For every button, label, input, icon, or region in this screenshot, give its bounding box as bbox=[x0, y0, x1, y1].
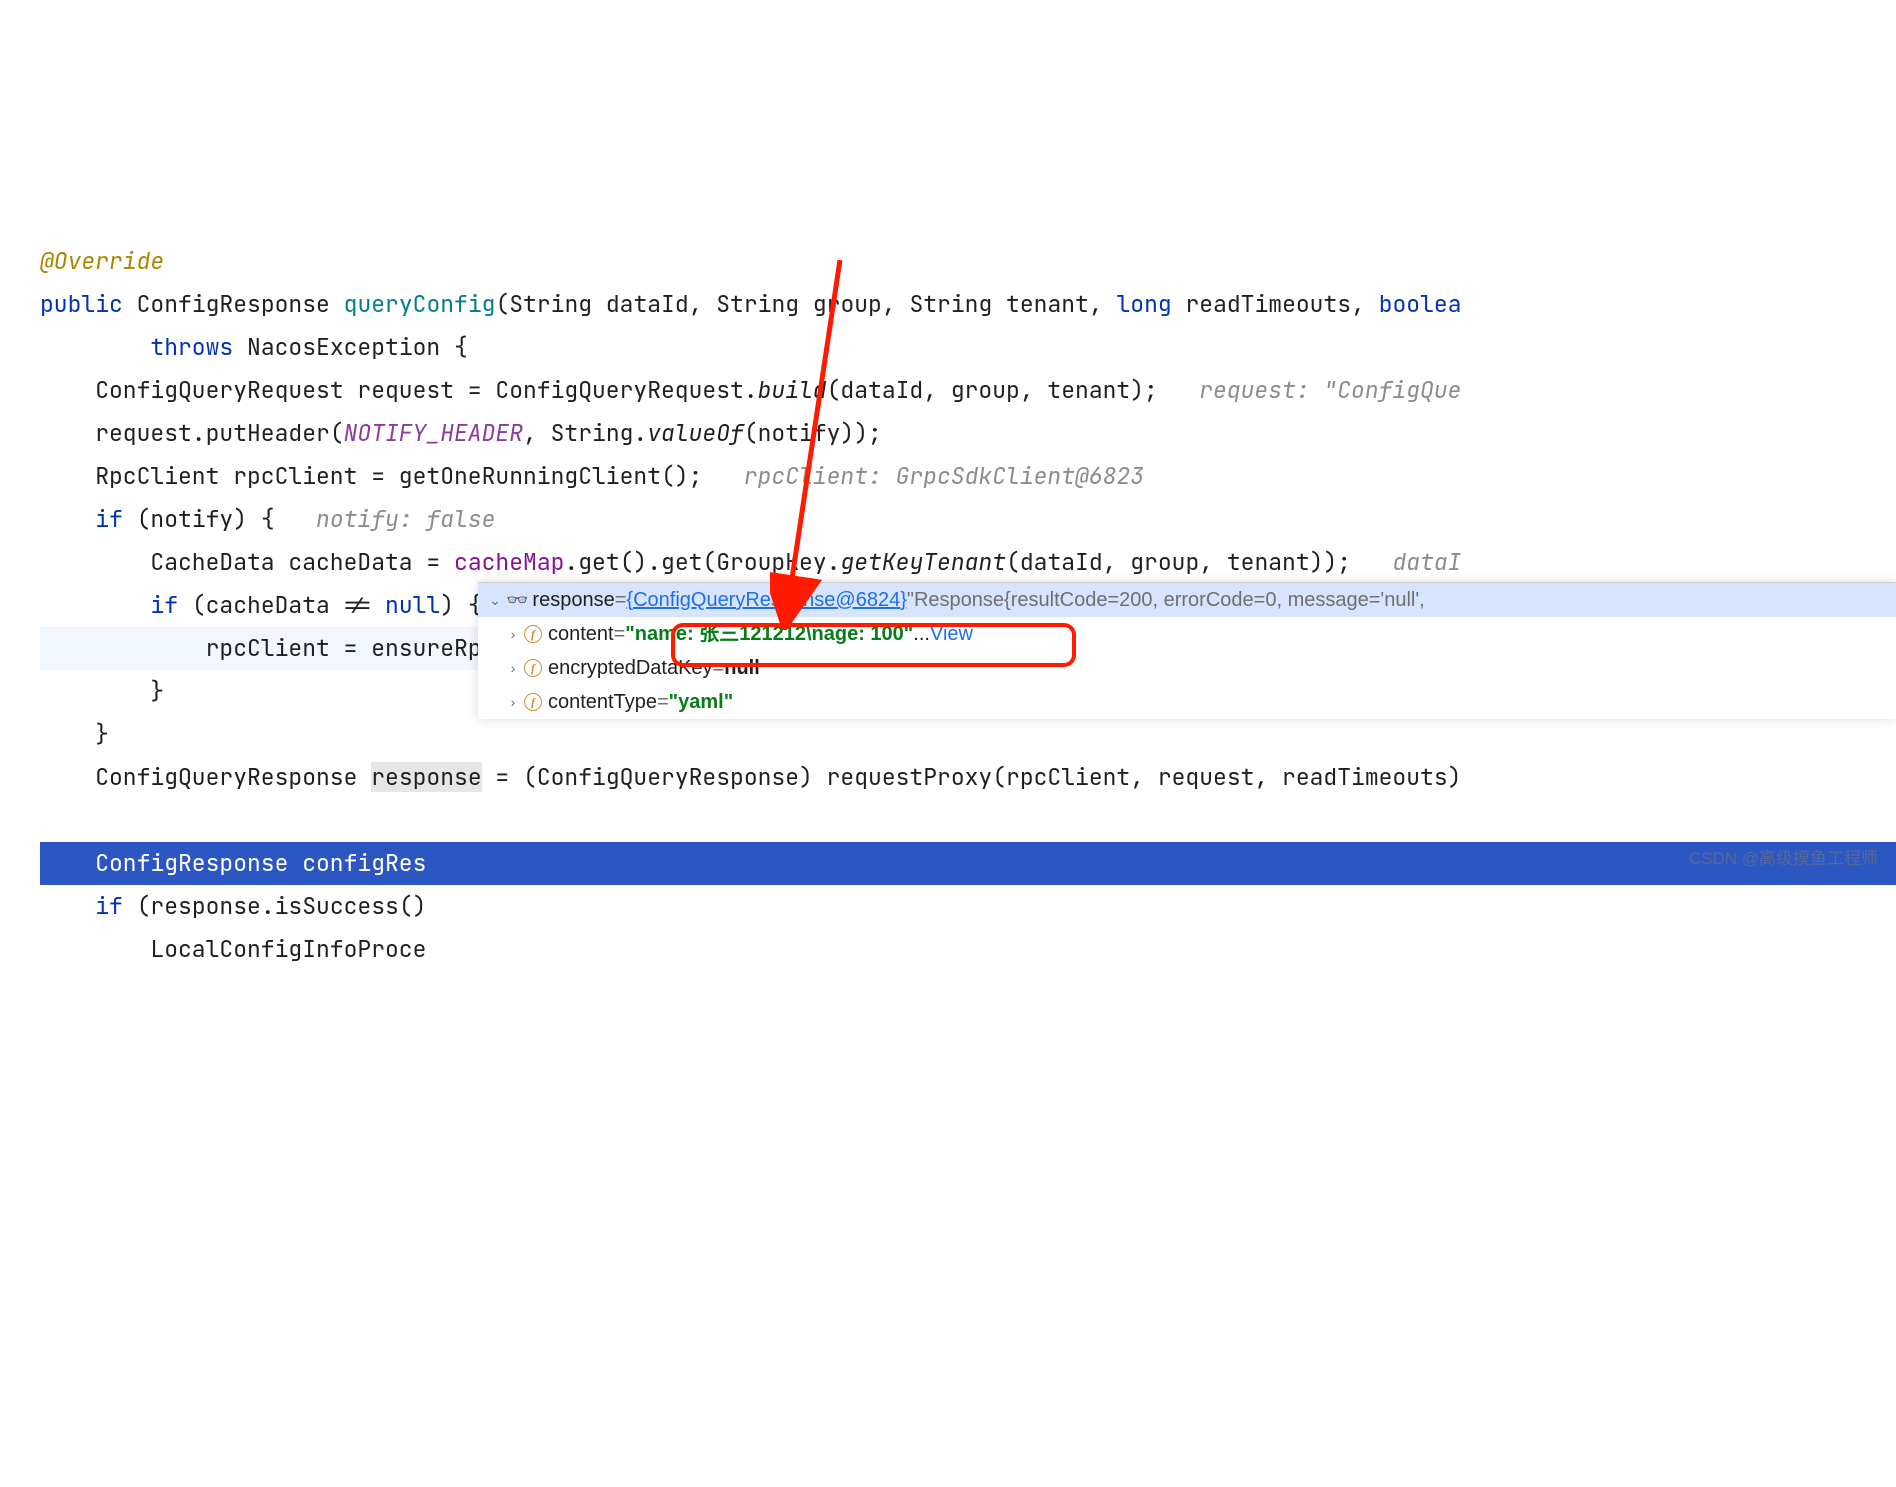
debug-val-contenttype: "yaml" bbox=[669, 685, 734, 719]
inline-hint-request: request: "ConfigQue bbox=[1199, 375, 1461, 405]
inline-hint-notify: notify: false bbox=[316, 504, 495, 534]
debug-var-contenttype: contentType bbox=[548, 685, 657, 719]
line-3b: (dataId, group, tenant); bbox=[827, 375, 1158, 405]
line-4a: request.putHeader( bbox=[95, 418, 343, 448]
kw-if-1: if bbox=[95, 504, 123, 534]
static-call-getkeytenant: getKeyTenant bbox=[840, 547, 1006, 577]
debug-val-content: "name: 张三121212\nage: 100" bbox=[625, 617, 913, 651]
var-response: response bbox=[371, 762, 481, 792]
debug-var-response: response bbox=[532, 583, 614, 617]
throws-type: NacosException { bbox=[233, 332, 468, 362]
debug-row-content[interactable]: › f content = "name: 张三121212\nage: 100"… bbox=[478, 617, 1896, 651]
kw-long: long bbox=[1116, 289, 1171, 319]
static-call-build: build bbox=[758, 375, 827, 405]
debug-val-encrypted: null bbox=[724, 651, 760, 685]
chevron-right-icon[interactable]: › bbox=[504, 651, 522, 685]
kw-if-3: if bbox=[95, 891, 123, 921]
eq2: = bbox=[614, 617, 626, 651]
static-call-valueof: valueOf bbox=[647, 418, 744, 448]
debug-type-link[interactable]: {ConfigQueryResponse@6824} bbox=[626, 583, 907, 617]
debug-var-encrypted: encryptedDataKey bbox=[548, 651, 713, 685]
debugger-tooltip[interactable]: ⌄ 👓 response = {ConfigQueryResponse@6824… bbox=[478, 582, 1896, 719]
debug-var-content: content bbox=[548, 617, 614, 651]
kw-null: null bbox=[385, 590, 440, 620]
kw-public: public bbox=[40, 289, 123, 319]
chevron-right-icon[interactable]: › bbox=[504, 617, 522, 651]
eq: = bbox=[615, 583, 627, 617]
method-name: queryConfig bbox=[344, 289, 496, 319]
signature-part2: readTimeouts, bbox=[1172, 289, 1379, 319]
line-7b: .get().get(GroupKey. bbox=[564, 547, 840, 577]
const-notify-header: NOTIFY_HEADER bbox=[344, 418, 523, 448]
watermark: CSDN @高级摸鱼工程师 bbox=[1689, 837, 1878, 880]
debug-row-contenttype[interactable]: › f contentType = "yaml" bbox=[478, 685, 1896, 719]
line-3a: ConfigQueryRequest request = ConfigQuery… bbox=[95, 375, 757, 405]
kw-throws: throws bbox=[150, 332, 233, 362]
field-cachemap: cacheMap bbox=[454, 547, 564, 577]
chevron-right-icon[interactable]: › bbox=[504, 685, 522, 719]
debug-row-response[interactable]: ⌄ 👓 response = {ConfigQueryResponse@6824… bbox=[478, 583, 1896, 617]
line-10: } bbox=[150, 676, 164, 706]
eq3: = bbox=[713, 651, 725, 685]
field-icon: f bbox=[524, 659, 542, 677]
inline-hint-dataid: dataI bbox=[1392, 547, 1461, 577]
field-icon: f bbox=[524, 693, 542, 711]
line-7a: CacheData cacheData = bbox=[150, 547, 454, 577]
eq4: = bbox=[657, 685, 669, 719]
kw-boolean: boolea bbox=[1379, 289, 1462, 319]
line-15: LocalConfigInfoProce bbox=[150, 934, 426, 964]
chevron-down-icon[interactable]: ⌄ bbox=[486, 583, 504, 617]
line-5: RpcClient rpcClient = getOneRunningClien… bbox=[95, 461, 702, 491]
line-12b: = (ConfigQueryResponse) requestProxy(rpc… bbox=[482, 762, 1462, 792]
kw-if-2: if bbox=[150, 590, 178, 620]
debug-row-encrypted[interactable]: › f encryptedDataKey = null bbox=[478, 651, 1896, 685]
line-8b: ) { bbox=[440, 590, 481, 620]
field-icon: f bbox=[524, 625, 542, 643]
exec-line-text: ConfigResponse configRes bbox=[95, 848, 426, 878]
glasses-icon: 👓 bbox=[506, 583, 528, 617]
more: ... bbox=[913, 617, 930, 651]
debug-response-tail: "Response{resultCode=200, errorCode=0, m… bbox=[907, 583, 1425, 617]
line-8a: (cacheData != bbox=[178, 590, 385, 620]
line-11: } bbox=[95, 719, 109, 749]
line-6: (notify) { bbox=[123, 504, 275, 534]
return-type: ConfigResponse bbox=[137, 289, 330, 319]
line-4c: (notify)); bbox=[744, 418, 882, 448]
annotation: @Override bbox=[40, 246, 164, 276]
signature-part1: (String dataId, String group, String ten… bbox=[495, 289, 1116, 319]
line-7c: (dataId, group, tenant)); bbox=[1006, 547, 1351, 577]
line-14a: (response.isSuccess() bbox=[123, 891, 427, 921]
view-link[interactable]: View bbox=[930, 617, 973, 651]
inline-hint-rpcclient: rpcClient: GrpcSdkClient@6823 bbox=[744, 461, 1144, 491]
line-4b: , String. bbox=[523, 418, 647, 448]
code-editor[interactable]: @Override public ConfigResponse queryCon… bbox=[0, 172, 1896, 971]
line-12a: ConfigQueryResponse bbox=[95, 762, 371, 792]
